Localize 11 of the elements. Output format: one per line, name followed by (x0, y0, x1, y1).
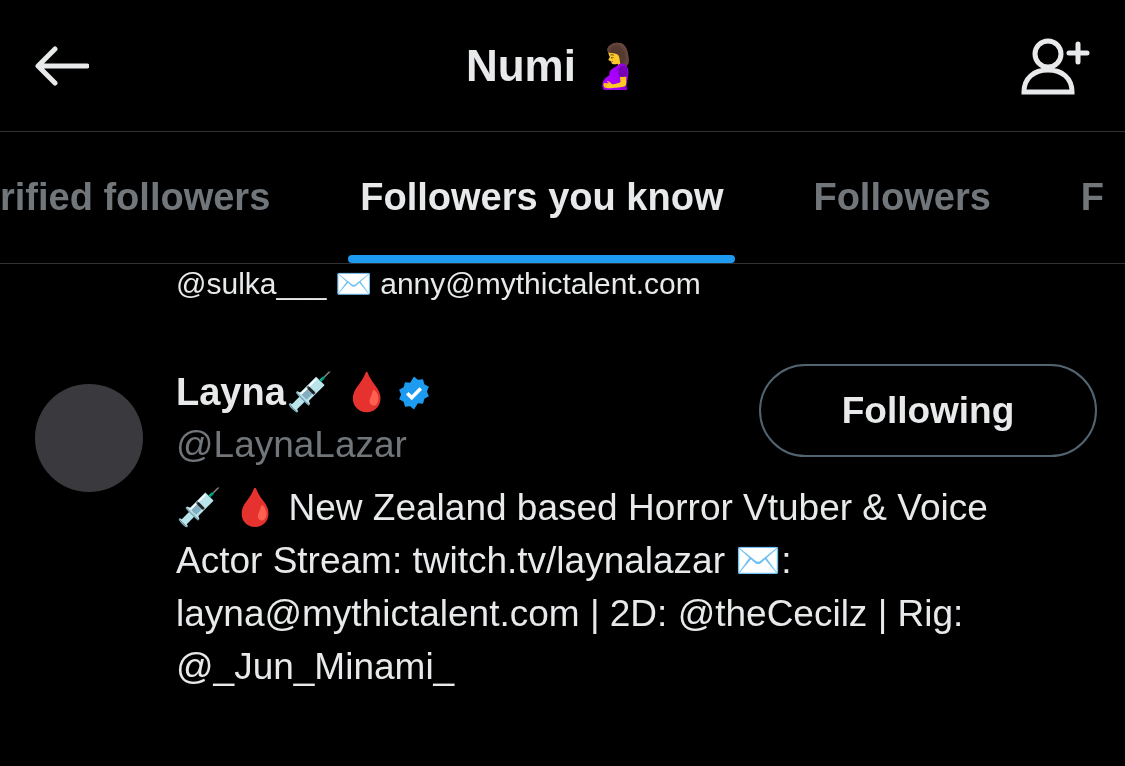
following-button[interactable]: Following (759, 364, 1097, 457)
tab[interactable]: Followers (801, 132, 1003, 263)
bio-text: @sulka___ ✉ anny@mythictalent.com (176, 266, 701, 302)
profile-title: Numi 🤰 (465, 39, 644, 92)
back-icon[interactable] (35, 45, 89, 86)
tab[interactable]: Followers you know (348, 132, 736, 263)
bio-text: 💉 🩸 New Zealand based Horror Vtuber & Voice Actor Stream: twitch.tv/laynalazar ✉: layna@mythictalent.com | 2D: @theCecilz | Rig: @_Jun_Minami_ (176, 485, 989, 689)
account-name[interactable]: Layna💉 🩸 (176, 364, 391, 421)
tab[interactable]: rified followers (0, 132, 283, 263)
tab[interactable]: F (1068, 132, 1117, 263)
account-handle: @LaynaLazar (176, 423, 408, 467)
